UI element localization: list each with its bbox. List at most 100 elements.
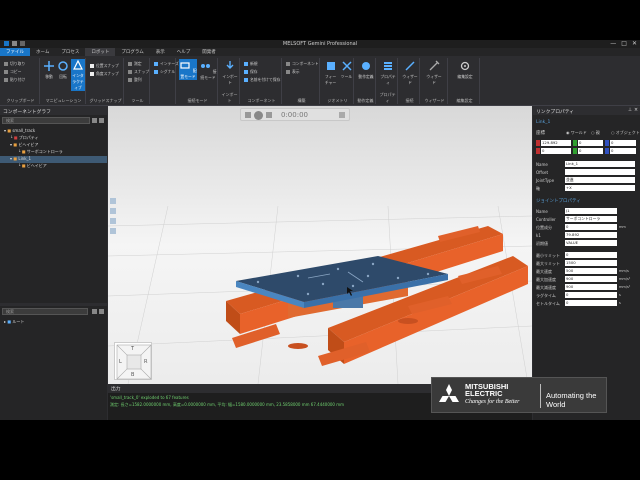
- options-icon[interactable]: [99, 118, 104, 123]
- measure-button[interactable]: 測定: [128, 61, 142, 67]
- paste-button[interactable]: 貼り付け: [4, 77, 25, 83]
- menu-help[interactable]: ヘルプ: [171, 48, 197, 56]
- rz-field[interactable]: 0: [610, 148, 636, 154]
- initial-value-field[interactable]: VALUE: [565, 240, 617, 246]
- close-icon[interactable]: ×: [634, 108, 638, 113]
- axis-select[interactable]: +X: [565, 185, 635, 191]
- rx-field[interactable]: 0: [541, 148, 571, 154]
- signal-button[interactable]: シグナル: [154, 69, 175, 75]
- show-button[interactable]: 表示: [286, 69, 300, 75]
- menu-developer[interactable]: 開発者: [196, 48, 222, 56]
- lag-time-field[interactable]: 0: [565, 292, 617, 298]
- mitsubishi-electric-logo: MITSUBISHI ELECTRIC Changes for the Bett…: [431, 377, 607, 413]
- component-search-input[interactable]: 検索: [2, 117, 90, 124]
- component-build-button[interactable]: コンポーネント: [286, 61, 319, 67]
- prop-row-jointtype: JointType 並進: [533, 177, 639, 184]
- offset-field[interactable]: [565, 169, 635, 175]
- menu-file[interactable]: ファイル: [0, 48, 30, 56]
- close-button[interactable]: ✕: [632, 40, 637, 47]
- connection-wizard-button[interactable]: ウィザード: [402, 60, 418, 86]
- tree-item-behavior[interactable]: ▾ ■ ビヘイビア: [10, 142, 38, 148]
- position-field[interactable]: 0: [565, 224, 617, 230]
- navigation-cube[interactable]: T L R B: [114, 342, 152, 380]
- ry-field[interactable]: 0: [578, 148, 603, 154]
- joint-row: 最小リミット 0: [533, 252, 639, 259]
- menu-robot[interactable]: ロボット: [85, 48, 116, 56]
- wizard-button[interactable]: ウィザード: [426, 60, 442, 86]
- angle-snap-checkbox[interactable]: 角度スナップ: [90, 71, 119, 77]
- ribbon-group-behavior: 動作定義 動作定義: [356, 58, 376, 104]
- move-button[interactable]: 移動: [43, 60, 55, 80]
- menu-program[interactable]: プログラム: [115, 48, 149, 56]
- filter-icon[interactable]: [92, 309, 97, 314]
- lower-search-input[interactable]: 検索: [2, 308, 88, 315]
- geometry-tools-button[interactable]: ツール: [339, 60, 354, 80]
- filter-icon[interactable]: [92, 118, 97, 123]
- maximize-button[interactable]: □: [621, 40, 627, 47]
- cut-button[interactable]: 切り取り: [4, 61, 25, 67]
- joint-row: k1 79.892: [533, 232, 639, 239]
- behavior-icon: [362, 62, 370, 70]
- joint-name-field[interactable]: J1: [565, 208, 617, 214]
- tree-item-link-behavior[interactable]: └ ■ ビヘイビア: [18, 163, 47, 169]
- place-mode-button[interactable]: 配置モード: [179, 59, 197, 80]
- controller-select[interactable]: サーボコントローラ: [565, 216, 617, 222]
- minimize-button[interactable]: —: [610, 40, 616, 47]
- menu-view[interactable]: 表示: [150, 48, 171, 56]
- 3d-viewport[interactable]: 0:00:00 T L R B: [108, 106, 532, 384]
- interactive-button[interactable]: インタラクティブ: [71, 59, 85, 91]
- view-icon[interactable]: [110, 218, 116, 224]
- menu-home[interactable]: ホーム: [30, 48, 55, 56]
- view-icon[interactable]: [110, 198, 116, 204]
- align-button[interactable]: 整列: [128, 77, 142, 83]
- ribbon-group-label: ツール: [131, 98, 144, 103]
- settings-icon[interactable]: [339, 112, 345, 118]
- jointtype-select[interactable]: 並進: [565, 177, 635, 183]
- settle-time-field[interactable]: 0: [565, 300, 617, 306]
- copy-button[interactable]: コピー: [4, 69, 21, 75]
- play-button[interactable]: [254, 111, 263, 120]
- connect-icon: [201, 64, 211, 68]
- pin-icon[interactable]: ⊥: [628, 108, 632, 113]
- import-button[interactable]: インポート: [222, 60, 238, 86]
- menu-bar: ファイル ホーム プロセス ロボット プログラム 表示 ヘルプ 開発者: [0, 48, 640, 56]
- max-limit-field[interactable]: 1500: [565, 260, 617, 266]
- y-position-field[interactable]: 0: [578, 140, 603, 146]
- save-component-button[interactable]: 保存: [244, 69, 258, 75]
- step-icon[interactable]: [266, 112, 272, 118]
- save-as-button[interactable]: 名前を付けて保存: [244, 77, 280, 83]
- reset-icon[interactable]: [245, 112, 251, 118]
- menu-process[interactable]: プロセス: [55, 48, 85, 56]
- behavior-button[interactable]: 動作定義: [358, 60, 374, 80]
- tree-item-small-track[interactable]: ▾ ■ small_track: [4, 128, 35, 133]
- coord-object-radio[interactable]: ○ オブジェクト: [611, 130, 640, 136]
- output-line-2: 測定: 長さ=1582.0000000 mm, 高度=0.0000000 mm,…: [110, 402, 345, 407]
- connect-mode-button[interactable]: 接続モード: [199, 60, 217, 81]
- z-position-field[interactable]: 0: [610, 140, 636, 146]
- x-position-field[interactable]: 129.892: [541, 140, 571, 146]
- properties-button[interactable]: プロパティ: [380, 60, 396, 86]
- three-diamonds-icon: [439, 384, 459, 402]
- max-accel-field[interactable]: 900: [565, 276, 617, 282]
- coord-world-radio[interactable]: ◉ ワールド: [566, 130, 587, 136]
- max-decel-field[interactable]: 900: [565, 284, 617, 290]
- position-snap-checkbox[interactable]: 位置スナップ: [90, 63, 119, 69]
- k1-field[interactable]: 79.892: [565, 232, 617, 238]
- tree-item-properties[interactable]: └ ■ プロパティ: [10, 135, 39, 141]
- new-button[interactable]: 新規: [244, 61, 258, 67]
- view-icon[interactable]: [110, 208, 116, 214]
- options-icon[interactable]: [99, 309, 104, 314]
- max-speed-field[interactable]: 500: [565, 268, 617, 274]
- min-limit-field[interactable]: 0: [565, 252, 617, 258]
- edit-settings-button[interactable]: 編集設定: [457, 60, 473, 80]
- rotate-button[interactable]: 回転: [57, 60, 69, 80]
- tree-item-root[interactable]: ▸ ■ ルート: [4, 319, 24, 325]
- tree-item-servo-controller[interactable]: └ ■ サーボコントローラ: [18, 149, 63, 155]
- tree-item-link-1[interactable]: ▾ ■ Link_1: [0, 156, 107, 163]
- snap-button[interactable]: スナップ: [128, 69, 149, 75]
- left-lower-panel: 検索 ▸ ■ ルート: [0, 306, 107, 420]
- coord-parent-radio[interactable]: ○ 親: [591, 130, 600, 136]
- view-icon[interactable]: [110, 228, 116, 234]
- feature-button[interactable]: フィーチャー: [323, 60, 338, 86]
- name-field[interactable]: Link_1: [565, 161, 635, 167]
